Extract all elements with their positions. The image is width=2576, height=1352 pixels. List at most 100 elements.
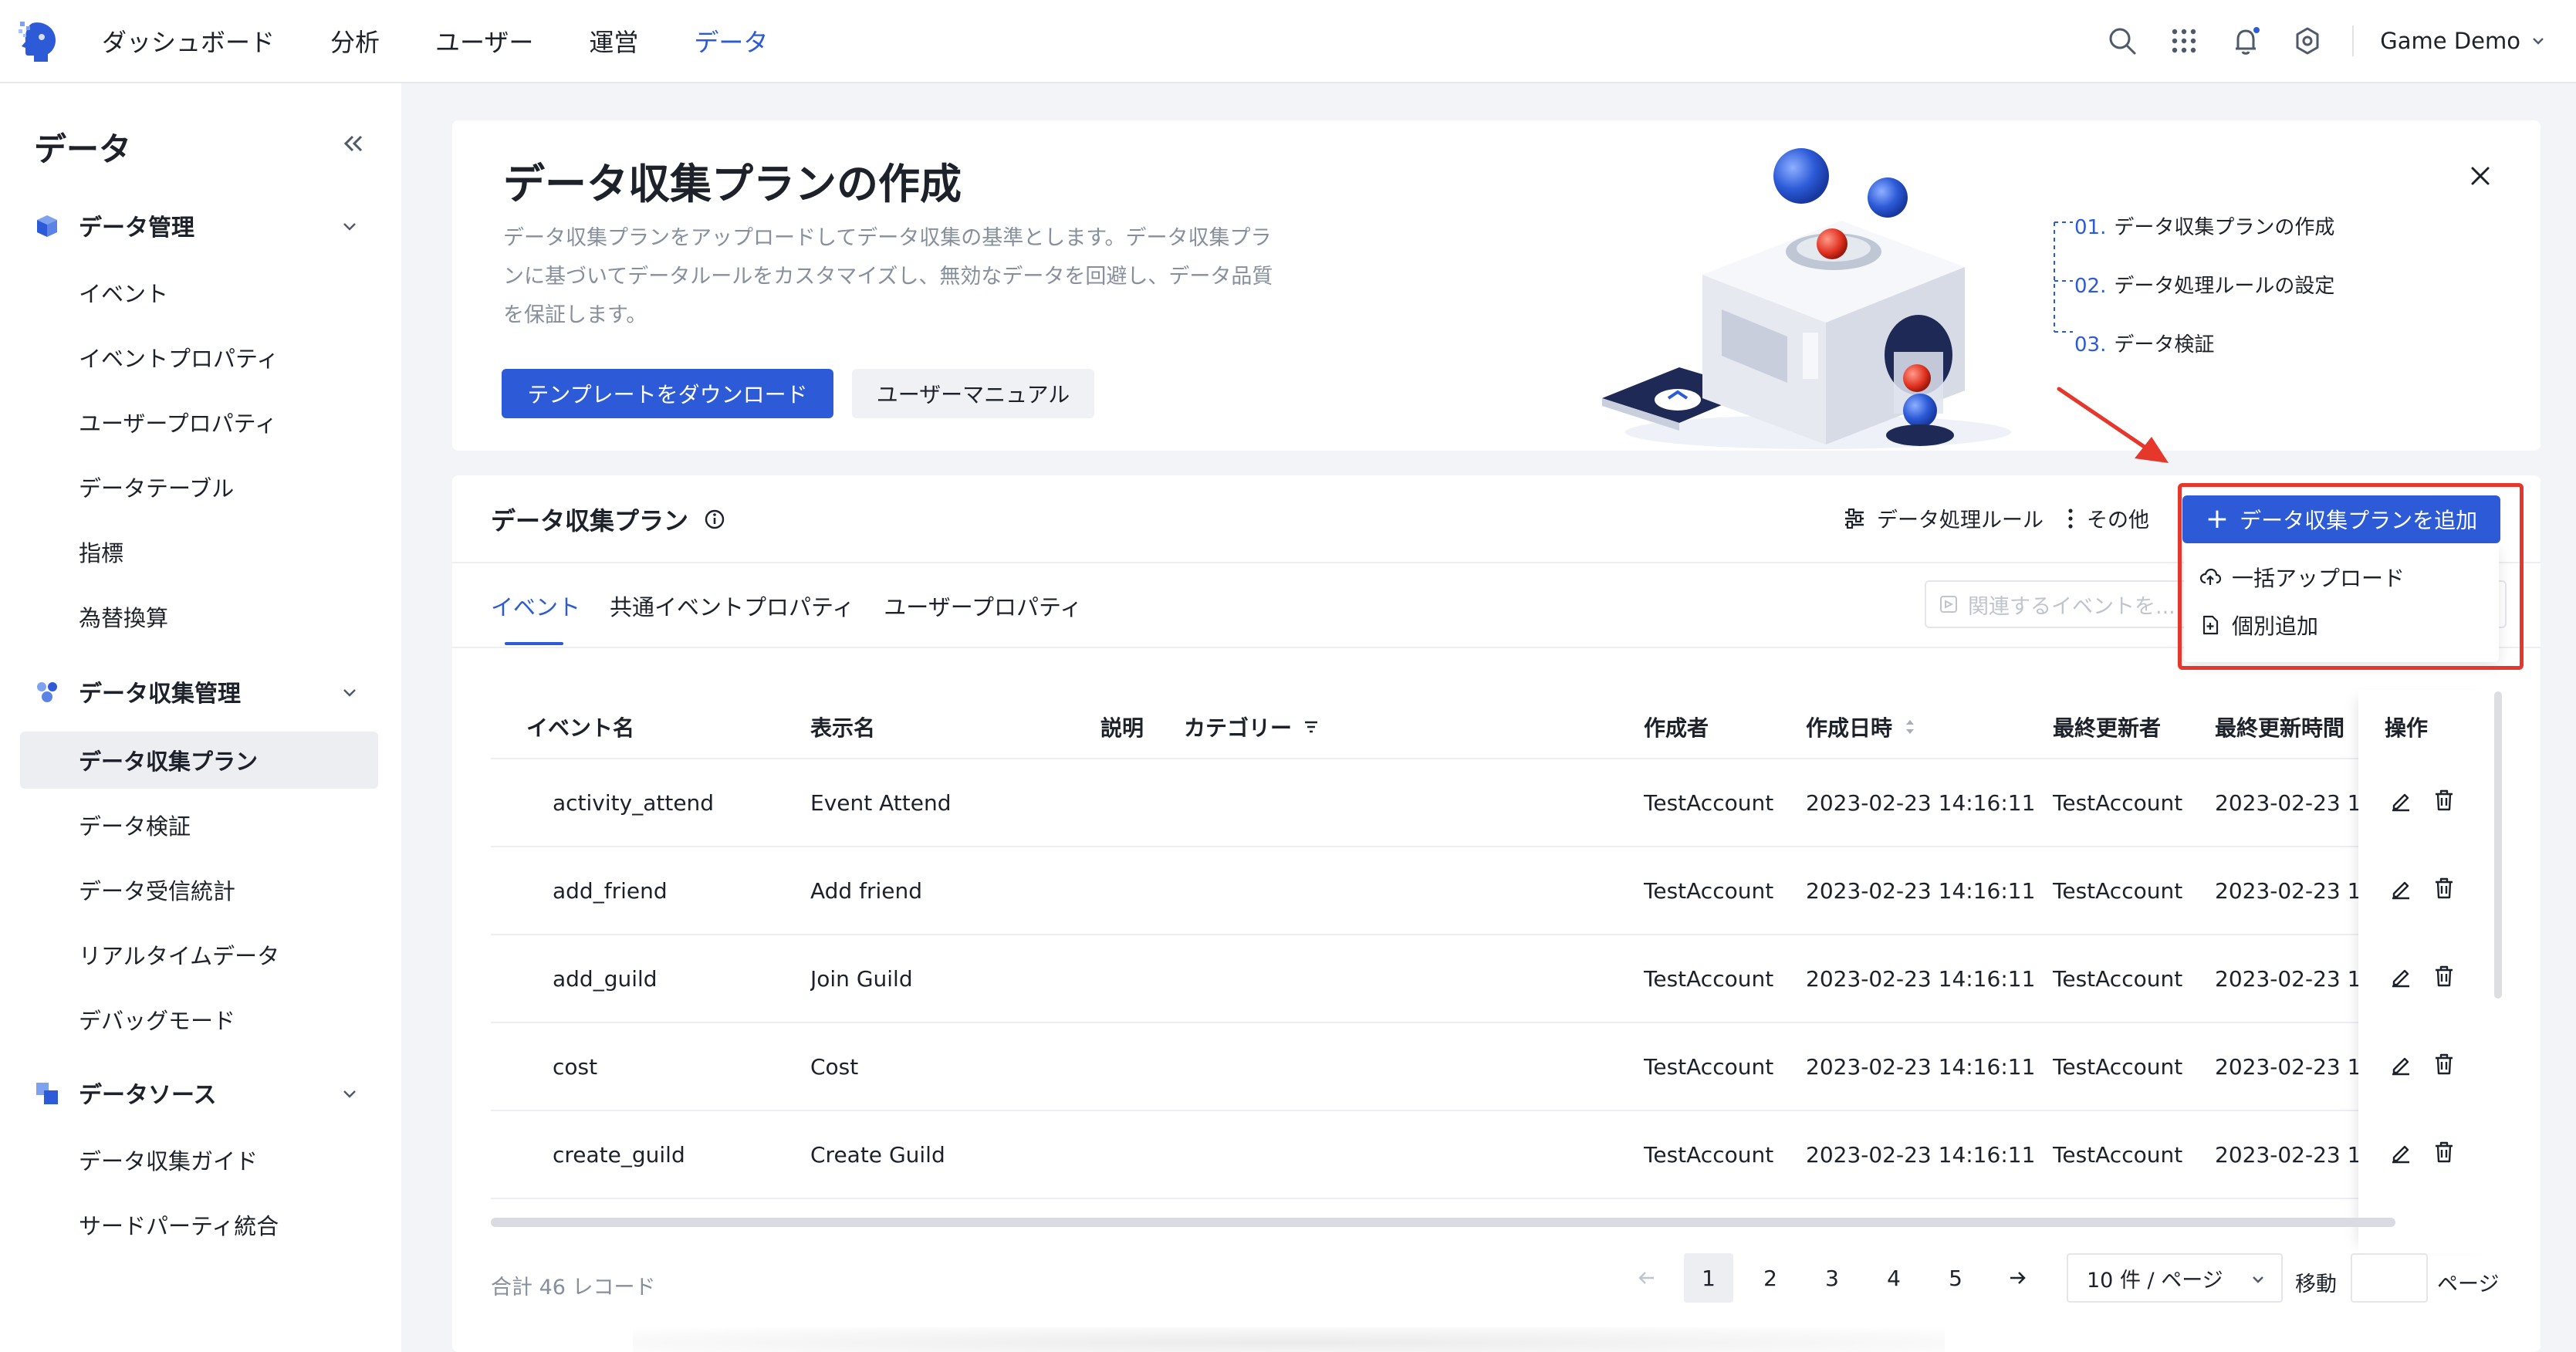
edit-icon[interactable] — [2389, 1053, 2412, 1076]
table-row[interactable]: add_guild Join Guild TestAccount 2023-02… — [491, 937, 2454, 1023]
cell-created-at: 2023-02-23 14:16:11 — [1806, 966, 2036, 992]
table-row[interactable]: activity_attend Event Attend TestAccount… — [491, 761, 2454, 847]
sidebar-item-data-verification[interactable]: データ検証 — [20, 796, 378, 853]
sidebar-item-currency-conversion[interactable]: 為替換算 — [20, 588, 378, 645]
edit-icon[interactable] — [2389, 789, 2412, 812]
col-updated-at: 最終更新時間 — [2215, 715, 2345, 741]
sidebar-item-realtime-data[interactable]: リアルタイムデータ — [20, 926, 378, 983]
table-row[interactable]: create_guild Create Guild TestAccount 20… — [491, 1113, 2454, 1199]
horizontal-scrollbar[interactable] — [491, 1218, 2395, 1227]
brain-logo-icon[interactable] — [17, 19, 62, 63]
page-size-select[interactable]: 10 件 / ページ — [2067, 1253, 2283, 1303]
sidebar-item-metrics[interactable]: 指標 — [20, 523, 378, 580]
download-template-button[interactable]: テンプレートをダウンロード — [502, 369, 833, 418]
collapse-sidebar-icon[interactable] — [340, 130, 367, 157]
cell-display-name: Create Guild — [810, 1142, 945, 1168]
sidebar-group-data-source[interactable]: データソース — [0, 1070, 401, 1116]
operations-column: 操作 — [2358, 690, 2497, 1253]
goto-page-input[interactable] — [2351, 1253, 2428, 1303]
banner-description: データ収集プランをアップロードしてデータ収集の基準とします。データ収集プランに基… — [503, 226, 1273, 327]
nav-analysis[interactable]: 分析 — [330, 23, 380, 59]
sort-icon — [1906, 720, 1915, 734]
sidebar-item-event-properties[interactable]: イベントプロパティ — [20, 329, 378, 386]
sidebar-item-debug-mode[interactable]: デバッグモード — [20, 991, 378, 1048]
panel-title-text: データ収集プラン — [491, 506, 689, 536]
page-4-button[interactable]: 4 — [1869, 1253, 1918, 1303]
cell-event-name: cost — [553, 1054, 598, 1080]
cell-updater: TestAccount — [2053, 1054, 2183, 1080]
delete-icon[interactable] — [2432, 1053, 2456, 1076]
table-row[interactable]: cost Cost TestAccount 2023-02-23 14:16:1… — [491, 1025, 2454, 1111]
prev-page-arrow-icon[interactable] — [1622, 1253, 1672, 1303]
page-5-button[interactable]: 5 — [1931, 1253, 1980, 1303]
add-collection-plan-button[interactable]: + データ収集プランを追加 — [2182, 495, 2500, 543]
apps-grid-icon[interactable] — [2167, 24, 2201, 58]
delete-icon[interactable] — [2432, 965, 2456, 988]
sidebar: データ データ管理 イベント イベントプロパティ ユーザープロパティ データテー… — [0, 83, 401, 1352]
sidebar-item-events[interactable]: イベント — [20, 264, 378, 321]
user-manual-button[interactable]: ユーザーマニュアル — [852, 369, 1094, 418]
sidebar-group-data-collection[interactable]: データ収集管理 — [0, 668, 401, 715]
individual-add-option[interactable]: 個別追加 — [2199, 610, 2318, 641]
cell-updated-at: 2023-02-23 14 — [2215, 878, 2361, 904]
tab-common-event-properties[interactable]: 共通イベントプロパティ — [610, 590, 854, 639]
col-updater: 最終更新者 — [2053, 715, 2162, 741]
sidebar-item-third-party[interactable]: サードパーティ統合 — [20, 1196, 378, 1253]
delete-icon[interactable] — [2432, 789, 2456, 812]
sidebar-group-data-management[interactable]: データ管理 — [0, 202, 401, 248]
cell-updater: TestAccount — [2053, 790, 2183, 816]
bulk-upload-option[interactable]: 一括アップロード — [2199, 562, 2405, 593]
cell-creator: TestAccount — [1644, 790, 1774, 816]
tab-bar: イベント 共通イベントプロパティ ユーザープロパティ — [491, 590, 1111, 645]
main-menu: ダッシュボード 分析 ユーザー 運営 データ — [102, 0, 823, 82]
page-3-button[interactable]: 3 — [1807, 1253, 1857, 1303]
sidebar-item-collection-guide[interactable]: データ収集ガイド — [20, 1131, 378, 1188]
close-icon[interactable] — [2466, 162, 2494, 190]
nav-dashboard[interactable]: ダッシュボード — [102, 23, 275, 59]
col-created-label: 作成日時 — [1806, 715, 1893, 741]
edit-icon[interactable] — [2389, 965, 2412, 988]
step-label: データ検証 — [2114, 333, 2215, 357]
cube-stack-icon — [34, 213, 60, 239]
step-1: 01. データ収集プランの作成 — [2074, 211, 2334, 240]
cloud-upload-icon — [2199, 568, 2221, 585]
nav-users[interactable]: ユーザー — [435, 23, 533, 59]
sidebar-item-data-tables[interactable]: データテーブル — [20, 458, 378, 515]
nav-data[interactable]: データ — [694, 23, 768, 59]
cell-created-at: 2023-02-23 14:16:11 — [1806, 1142, 2036, 1168]
sidebar-title: データ — [34, 130, 132, 168]
delete-icon[interactable] — [2432, 877, 2456, 900]
more-label: その他 — [2087, 509, 2149, 532]
page-1-button[interactable]: 1 — [1684, 1253, 1733, 1303]
col-category-label: カテゴリー — [1184, 715, 1293, 741]
edit-icon[interactable] — [2389, 877, 2412, 900]
nav-operations[interactable]: 運営 — [589, 23, 638, 59]
tab-events[interactable]: イベント — [491, 590, 580, 645]
sidebar-item-receive-stats[interactable]: データ受信統計 — [20, 861, 378, 918]
bell-icon[interactable] — [2229, 24, 2263, 58]
table-row[interactable]: add_friend Add friend TestAccount 2023-0… — [491, 849, 2454, 935]
col-created-at[interactable]: 作成日時 — [1806, 711, 1917, 742]
col-description: 説明 — [1100, 715, 1144, 741]
edit-icon[interactable] — [2389, 1141, 2412, 1164]
page-2-button[interactable]: 2 — [1746, 1253, 1795, 1303]
cell-updated-at: 2023-02-23 14 — [2215, 1142, 2361, 1168]
sidebar-item-collection-plan[interactable]: データ収集プラン — [20, 732, 378, 789]
next-page-arrow-icon[interactable] — [1993, 1253, 2042, 1303]
account-menu[interactable]: Game Demo — [2380, 28, 2545, 54]
add-plan-dropdown: 一括アップロード 個別追加 — [2184, 543, 2499, 662]
settings-gear-icon[interactable] — [2290, 24, 2324, 58]
search-icon[interactable] — [2105, 24, 2139, 58]
more-menu-link[interactable]: その他 — [2065, 503, 2149, 533]
info-icon[interactable] — [704, 509, 725, 530]
tab-user-properties[interactable]: ユーザープロパティ — [884, 590, 1082, 639]
col-category[interactable]: カテゴリー — [1184, 711, 1320, 742]
vertical-scrollbar[interactable] — [2494, 691, 2502, 999]
step-label: データ処理ルールの設定 — [2114, 275, 2335, 298]
sidebar-item-user-properties[interactable]: ユーザープロパティ — [20, 394, 378, 451]
cell-display-name: Join Guild — [810, 966, 913, 992]
cell-creator: TestAccount — [1644, 1142, 1774, 1168]
data-rules-link[interactable]: データ処理ルール — [1843, 503, 2044, 533]
delete-icon[interactable] — [2432, 1141, 2456, 1164]
page-size-value: 10 件 / ページ — [2087, 1268, 2223, 1293]
